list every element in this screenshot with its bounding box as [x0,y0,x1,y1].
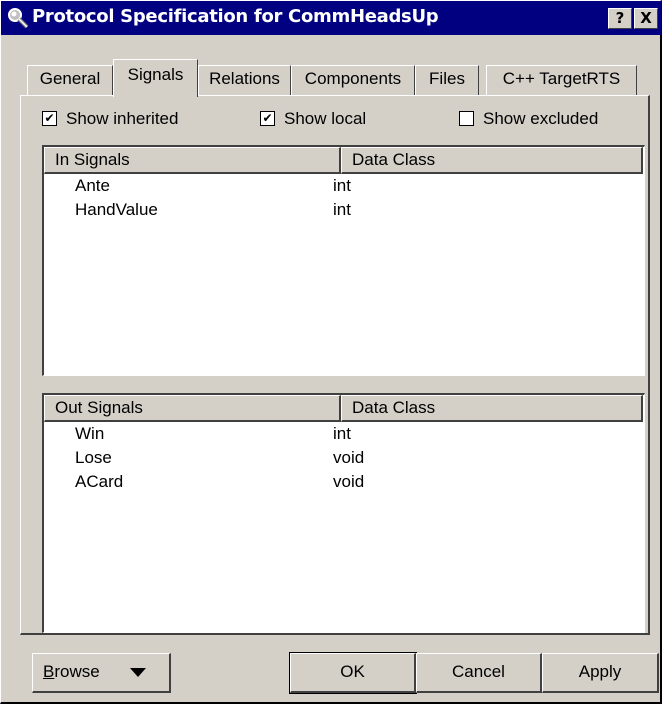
header-label: In Signals [55,150,130,169]
header-label: Data Class [352,150,436,169]
tab-label: General [39,69,101,88]
tab-relations[interactable]: Relations [198,65,291,95]
header-label: Out Signals [55,398,143,417]
tab-label: C++ TargetRTS [502,69,621,88]
column-header-data-class[interactable]: Data Class [341,147,643,174]
cancel-button[interactable]: Cancel [416,653,542,693]
signal-name: ACard [75,472,124,491]
tab-files[interactable]: Files [415,65,479,95]
tab-label: Files [429,69,465,88]
close-button[interactable]: X [634,8,658,29]
button-label: OK [340,662,365,681]
protocol-specification-dialog: Protocol Specification for CommHeadsUp ?… [0,0,662,704]
header-label: Data Class [352,398,436,417]
tab-cpp-targetrts[interactable]: C++ TargetRTS [486,65,637,95]
out-signals-list[interactable]: Out Signals Data Class Win int Lose void… [42,393,645,633]
data-class-value: void [333,472,365,491]
title-bar[interactable]: Protocol Specification for CommHeadsUp ?… [1,1,661,35]
data-class-value: void [333,448,365,467]
in-signal-row-handvalue[interactable]: HandValue [75,198,158,222]
tab-components[interactable]: Components [291,65,415,95]
checkmark-icon: ✔ [260,111,275,126]
show-local-checkbox[interactable]: ✔ Show local [260,109,400,129]
out-signal-row-win[interactable]: Win [75,422,104,446]
in-signal-data-class: int [333,198,351,222]
tab-label: Signals [127,65,184,84]
out-signal-row-lose[interactable]: Lose [75,446,112,470]
browse-button[interactable]: Browse [32,653,171,693]
signal-name: Win [75,424,105,443]
data-class-value: int [333,176,351,195]
checkbox-label: Show inherited [66,109,179,128]
checkmark-icon: ✔ [42,111,57,126]
tab-general[interactable]: General [27,65,113,95]
checkbox-label: Show local [284,109,367,128]
column-header-out-signals[interactable]: Out Signals [44,395,341,422]
in-signals-list[interactable]: In Signals Data Class Ante int HandValue… [42,145,645,376]
apply-button[interactable]: Apply [542,653,659,693]
out-signal-data-class: void [333,470,364,494]
out-signal-data-class: int [333,422,351,446]
button-label: Apply [578,662,622,681]
out-signal-data-class: void [333,446,364,470]
show-excluded-checkbox[interactable]: Show excluded [459,109,629,129]
button-label: Cancel [452,662,505,681]
tab-label: Components [304,69,402,88]
data-class-value: int [333,200,351,219]
column-header-data-class[interactable]: Data Class [341,395,643,422]
signal-name: Lose [75,448,112,467]
unchecked-box-icon [459,111,474,126]
data-class-value: int [333,424,351,443]
window-title: Protocol Specification for CommHeadsUp [32,6,439,27]
signal-name: Ante [75,176,110,195]
help-icon: ? [615,9,625,27]
column-header-in-signals[interactable]: In Signals [44,147,341,174]
close-icon: X [640,9,652,27]
in-signal-data-class: int [333,174,351,198]
ok-button[interactable]: OK [289,652,417,694]
tab-label: Relations [209,69,280,88]
browse-label: Browse [43,662,100,681]
help-button[interactable]: ? [608,8,632,29]
magnifier-icon [7,7,29,29]
chevron-down-icon [130,668,146,677]
out-signal-row-acard[interactable]: ACard [75,470,123,494]
tab-signals[interactable]: Signals [113,59,198,97]
show-inherited-checkbox[interactable]: ✔ Show inherited [42,109,212,129]
signal-name: HandValue [75,200,158,219]
in-signal-row-ante[interactable]: Ante [75,174,110,198]
checkbox-label: Show excluded [483,109,599,128]
